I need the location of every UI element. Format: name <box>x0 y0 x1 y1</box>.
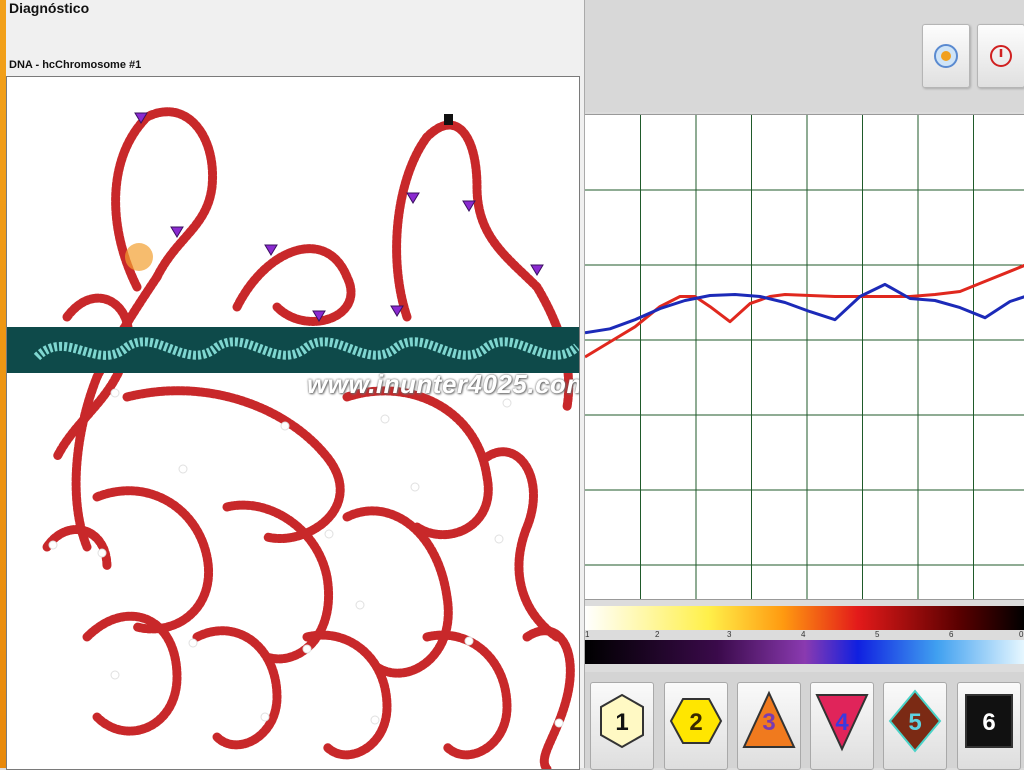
record-button[interactable] <box>922 24 970 88</box>
level-label: 4 <box>835 709 849 736</box>
chromosome-label: DNA - hcChromosome #1 <box>9 59 142 71</box>
toolbar <box>585 0 1024 112</box>
level-label: 2 <box>689 709 703 736</box>
power-icon <box>990 45 1012 67</box>
chromosome-image <box>42 107 575 769</box>
signal-chart <box>584 115 1024 599</box>
left-panel: Diagnóstico DNA - hcChromosome #1 www.in… <box>6 0 584 770</box>
scale-label: 1 <box>585 630 590 639</box>
color-scale-cool <box>585 640 1024 664</box>
scale-labels: 1 2 3 4 5 6 0 <box>585 630 1024 640</box>
level-2-button[interactable]: 2 <box>664 682 728 770</box>
dna-viewer[interactable]: www.inunter4025.com <box>6 76 580 770</box>
scale-label: 2 <box>655 630 660 639</box>
record-icon <box>934 44 958 68</box>
level-label: 5 <box>908 709 922 736</box>
scale-label: 5 <box>875 630 880 639</box>
scale-label: 0 <box>1019 630 1024 639</box>
signal-graph <box>584 114 1024 600</box>
scale-label: 4 <box>801 630 806 639</box>
right-panel: 1 2 3 4 5 6 0 1 2 3 4 5 6 <box>584 0 1024 770</box>
level-1-button[interactable]: 1 <box>590 682 654 770</box>
level-3-button[interactable]: 3 <box>737 682 801 770</box>
level-bar: 1 2 3 4 5 6 <box>585 672 1024 770</box>
level-4-button[interactable]: 4 <box>810 682 874 770</box>
level-label: 1 <box>615 709 629 736</box>
color-scale-warm <box>585 606 1024 630</box>
window-title: Diagnóstico <box>9 0 90 16</box>
level-label: 6 <box>982 709 996 736</box>
watermark-text: www.inunter4025.com <box>307 369 580 399</box>
scale-label: 3 <box>727 630 732 639</box>
scan-band <box>7 327 579 373</box>
scale-label: 6 <box>949 630 954 639</box>
level-5-button[interactable]: 5 <box>883 682 947 770</box>
level-label: 3 <box>762 709 776 736</box>
power-button[interactable] <box>977 24 1024 88</box>
level-6-button[interactable]: 6 <box>957 682 1021 770</box>
